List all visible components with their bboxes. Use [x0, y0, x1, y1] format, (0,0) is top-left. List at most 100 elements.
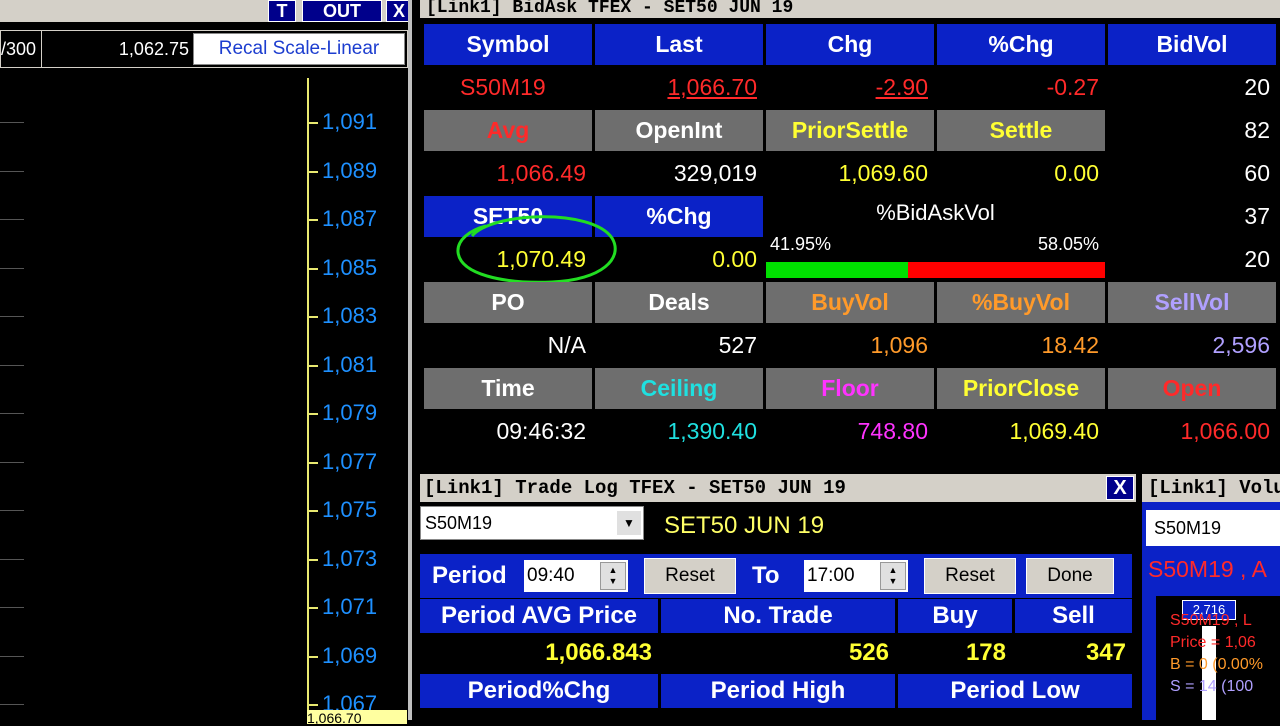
- period-from-value: 09:40: [527, 565, 575, 586]
- value-pct-buyvol: 18.42: [937, 325, 1105, 366]
- header-period-avg-price: Period AVG Price: [420, 599, 658, 633]
- value-last: 1,066.70: [595, 67, 763, 108]
- header-ceiling: Ceiling: [595, 368, 763, 409]
- header-openint: OpenInt: [595, 110, 763, 151]
- t-button[interactable]: T: [268, 0, 296, 22]
- recal-scale-button[interactable]: Recal Scale-Linear: [193, 33, 405, 65]
- value-openint: 329,019: [595, 153, 763, 194]
- value-pct-chg: -0.27: [937, 67, 1105, 108]
- close-icon[interactable]: X: [1106, 476, 1134, 500]
- header-pct-chg: %Chg: [937, 24, 1105, 65]
- header-symbol: Symbol: [424, 24, 592, 65]
- value-chg: -2.90: [766, 67, 934, 108]
- header-time: Time: [424, 368, 592, 409]
- y-axis-tick: [308, 170, 318, 173]
- chart-info-bar: /300 1,062.75 Recal Scale-Linear: [0, 30, 408, 68]
- y-axis-tick-label: 1,091: [322, 109, 378, 134]
- period-to-value: 17:00: [807, 565, 855, 586]
- tradelog-symbol-name: SET50 JUN 19: [664, 512, 825, 539]
- value-deals: 527: [595, 325, 763, 366]
- grid-line: [0, 510, 24, 511]
- y-axis-tick: [308, 607, 318, 609]
- header-settle: Settle: [937, 110, 1105, 151]
- value-symbol-text: S50M19: [460, 74, 546, 100]
- period-to-input[interactable]: 17:00 ▲ ▼: [804, 560, 908, 592]
- y-axis-tick: [308, 219, 318, 221]
- header-po: PO: [424, 282, 592, 323]
- tooltip-line: S = 14 (100: [1170, 678, 1254, 695]
- grid-line: [0, 170, 24, 172]
- header-avg: Avg: [424, 110, 592, 151]
- volume-symbol-select[interactable]: S50M19: [1146, 510, 1280, 546]
- header-no-trade: No. Trade: [661, 599, 895, 633]
- header-period-pct-chg: Period%Chg: [420, 674, 658, 708]
- value-sell: 347: [1015, 635, 1132, 671]
- header-sellvol: SellVol: [1108, 282, 1276, 323]
- value-sellvol: 2,596: [1108, 325, 1276, 366]
- value-time: 09:46:32: [424, 411, 592, 452]
- header-priorsettle: PriorSettle: [766, 110, 934, 151]
- panel-splitter[interactable]: [408, 0, 412, 720]
- y-axis-tick-label: 1,083: [322, 303, 378, 328]
- value-priorclose: 1,069.40: [937, 411, 1105, 452]
- y-axis-tick-label: 1,073: [322, 545, 378, 571]
- y-axis-tick-label: 1,081: [322, 351, 378, 377]
- y-axis-tick-label: 1,075: [322, 497, 378, 522]
- tradelog-symbol-select[interactable]: S50M19 ▼: [420, 506, 644, 540]
- grid-line: [0, 655, 24, 657]
- tooltip-line: S50M19 , L: [1170, 612, 1252, 629]
- tooltip-line: Price = 1,06: [1170, 634, 1256, 651]
- volume-title: [Link1] Volu: [1142, 474, 1280, 502]
- value-priorsettle: 1,069.60: [766, 153, 934, 194]
- value-symbol[interactable]: S50M19: [424, 67, 592, 108]
- y-axis: [307, 78, 309, 720]
- y-axis-tick: [308, 704, 318, 706]
- out-button[interactable]: OUT: [302, 0, 382, 22]
- y-axis-tick: [308, 510, 318, 512]
- bidask-title: [Link1] BidAsk TFEX - SET50 JUN 19: [420, 0, 1280, 18]
- value-no-trade: 526: [661, 635, 895, 671]
- y-axis-tick: [308, 461, 318, 464]
- header-period-high: Period High: [661, 674, 895, 708]
- tooltip-line: B = 0 (0.00%: [1170, 656, 1263, 673]
- value-floor: 748.80: [766, 411, 934, 452]
- header-buy: Buy: [898, 599, 1012, 633]
- bidvol-2: 82: [1108, 110, 1276, 151]
- grid-line: [0, 558, 24, 560]
- reset-to-button[interactable]: Reset: [924, 558, 1016, 594]
- value-buyvol: 1,096: [766, 325, 934, 366]
- value-buy: 178: [898, 635, 1012, 671]
- period-filter-row: Period 09:40 ▲ ▼ Reset To 17:00 ▲ ▼ Reset …: [420, 554, 1132, 598]
- bidask-bar: [766, 262, 1105, 278]
- header-pct-buyvol: %BuyVol: [937, 282, 1105, 323]
- header-last: Last: [595, 24, 763, 65]
- chevron-down-icon[interactable]: ▼: [617, 511, 641, 535]
- y-axis-tick-label: 1,079: [322, 400, 378, 425]
- spinner-icon[interactable]: ▲ ▼: [880, 562, 906, 590]
- ask-percent: 58.05%: [1037, 234, 1099, 254]
- bid-bar-fill: [766, 262, 909, 278]
- value-ceiling: 1,390.40: [595, 411, 763, 452]
- bidvol-3: 60: [1108, 153, 1276, 194]
- header-sell: Sell: [1015, 599, 1132, 633]
- header-period-low: Period Low: [898, 674, 1132, 708]
- grid-line: [0, 219, 24, 220]
- y-axis-tick-label: 1,077: [322, 448, 378, 474]
- value-period-avg-price: 1,066.843: [420, 635, 658, 671]
- period-from-input[interactable]: 09:40 ▲ ▼: [524, 560, 628, 592]
- grid-line: [0, 316, 24, 317]
- current-price-tag: 1,066.70: [307, 710, 407, 726]
- grid-line: [0, 607, 24, 608]
- y-axis-tick: [308, 267, 318, 270]
- volume-chart: 2,716 S50M19 , L Price = 1,06 B = 0 (0.0…: [1156, 596, 1280, 720]
- y-axis-tick: [308, 655, 318, 658]
- volume-symbol-text: S50M19 , A: [1148, 556, 1267, 582]
- bidaskvol-label: %BidAskVol: [876, 200, 995, 225]
- y-axis-tick: [308, 316, 318, 318]
- y-axis-tick-label: 1,085: [322, 254, 378, 280]
- spinner-icon[interactable]: ▲ ▼: [600, 562, 626, 590]
- done-button[interactable]: Done: [1026, 558, 1114, 594]
- period-label: Period: [432, 562, 507, 589]
- reset-from-button[interactable]: Reset: [644, 558, 736, 594]
- bidvol-1: 20: [1108, 67, 1276, 108]
